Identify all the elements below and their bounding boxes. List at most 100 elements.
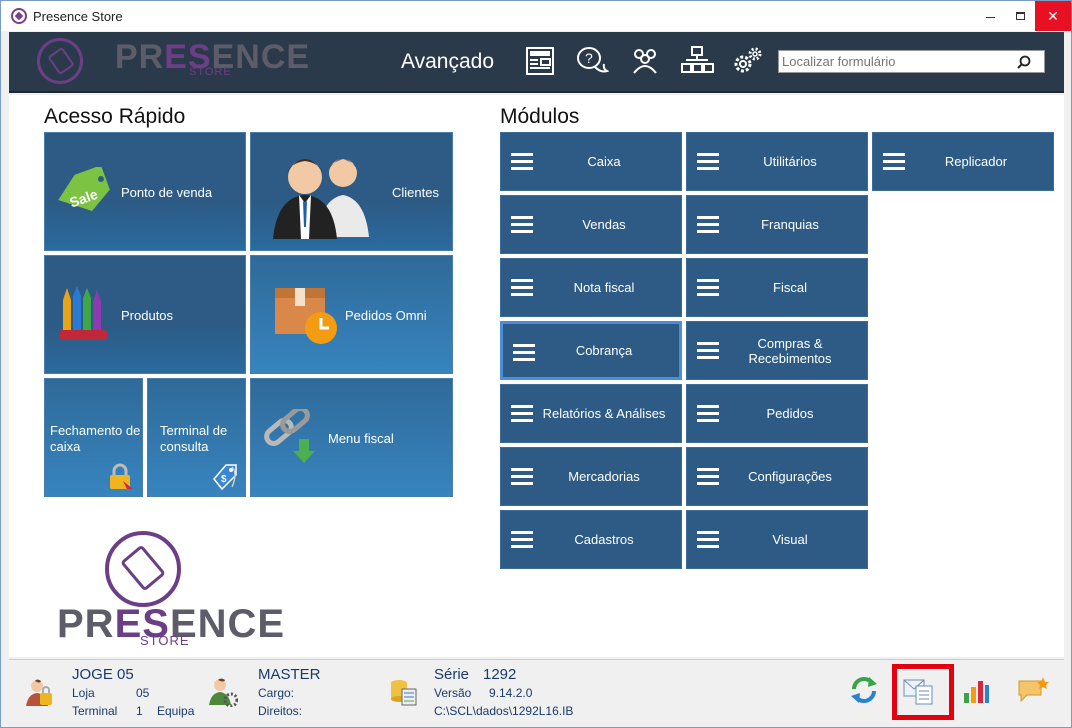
bar-chart-icon[interactable]: [960, 674, 992, 706]
menu-icon: [697, 279, 719, 296]
database-icon: [387, 676, 419, 708]
user-role: MASTER: [258, 666, 321, 683]
module-cadastros[interactable]: Cadastros: [500, 510, 682, 569]
users-group-icon[interactable]: [628, 44, 662, 78]
box-clock-icon: [275, 288, 337, 344]
database-path: C:\SCL\dados\1292L16.IB: [434, 704, 574, 718]
tile-terminal-de-consulta[interactable]: Terminal de consulta $: [147, 378, 246, 497]
brand-logo-icon: [37, 38, 83, 84]
search-icon[interactable]: [1014, 52, 1034, 72]
user-settings-icon: [207, 676, 239, 708]
serie-value: 1292: [483, 666, 517, 683]
module-label: Mercadorias: [568, 469, 640, 484]
tile-label: Menu fiscal: [328, 431, 394, 446]
menu-icon: [511, 405, 533, 422]
network-icon[interactable]: [680, 44, 714, 78]
customers-icon: [273, 159, 369, 239]
maximize-button[interactable]: [1005, 1, 1035, 31]
serie-label: Série: [434, 666, 470, 683]
module-visual[interactable]: Visual: [686, 510, 868, 569]
terminal-value: 1: [136, 704, 143, 718]
menu-icon: [883, 153, 905, 170]
svg-text:?: ?: [585, 50, 593, 66]
settings-gears-icon[interactable]: [731, 44, 765, 78]
news-icon[interactable]: [523, 44, 557, 78]
module-utilitarios[interactable]: Utilitários: [686, 132, 868, 191]
app-logo-icon: [11, 8, 27, 24]
tile-label: Fechamento de caixa: [50, 423, 141, 454]
module-label: Utilitários: [763, 154, 817, 169]
help-chat-icon[interactable]: ?: [575, 44, 609, 78]
user-name: JOGE 05: [72, 666, 134, 683]
message-list-icon[interactable]: [903, 675, 935, 707]
module-franquias[interactable]: Franquias: [686, 195, 868, 254]
menu-icon: [697, 405, 719, 422]
module-pedidos[interactable]: Pedidos: [686, 384, 868, 443]
maximize-icon: [1015, 12, 1025, 20]
user-icon: [23, 676, 55, 708]
module-replicador[interactable]: Replicador: [872, 132, 1054, 191]
modules-title: Módulos: [500, 105, 580, 128]
minimize-button[interactable]: [975, 1, 1005, 31]
module-label: Cobrança: [575, 343, 633, 358]
module-configuracoes[interactable]: Configurações: [686, 447, 868, 506]
sale-tag-icon: Sale: [58, 167, 110, 212]
module-fiscal[interactable]: Fiscal: [686, 258, 868, 317]
module-compras-e-recebimentos[interactable]: Compras & Recebimentos: [686, 321, 868, 380]
crayons-icon: [59, 286, 107, 340]
module-label: Pedidos: [766, 406, 814, 421]
menu-icon: [513, 344, 535, 361]
title-bar: Presence Store ✕: [1, 1, 1071, 31]
tile-clientes[interactable]: Clientes: [250, 132, 453, 251]
search-input[interactable]: [779, 51, 1014, 72]
minimize-icon: [985, 16, 995, 18]
app-window: Presence Store ✕ PRESENCE STORE Avançado…: [0, 0, 1072, 728]
tile-label: Pedidos Omni: [345, 308, 427, 323]
versao-label: Versão: [434, 686, 472, 700]
brand-logo-large-icon: [105, 531, 181, 607]
module-label: Cadastros: [574, 532, 634, 547]
tile-fechamento-de-caixa[interactable]: Fechamento de caixa: [44, 378, 143, 497]
brand-logo-large-subtext: STORE: [140, 633, 190, 648]
module-caixa[interactable]: Caixa: [500, 132, 682, 191]
tile-label: Ponto de venda: [121, 185, 213, 200]
versao-value: 9.14.2.0: [489, 686, 533, 700]
padlock-icon: [110, 463, 133, 489]
module-label: Vendas: [582, 217, 626, 232]
search-box: [778, 50, 1045, 73]
tile-pedidos-omni[interactable]: Pedidos Omni: [250, 255, 453, 374]
menu-icon: [511, 468, 533, 485]
window-title: Presence Store: [33, 8, 123, 24]
tile-menu-fiscal[interactable]: Menu fiscal: [250, 378, 453, 497]
module-label: Replicador: [944, 154, 1008, 169]
menu-icon: [697, 531, 719, 548]
tile-label: Clientes: [392, 185, 439, 200]
new-message-icon[interactable]: [1017, 674, 1049, 706]
module-vendas[interactable]: Vendas: [500, 195, 682, 254]
module-label: Configurações: [748, 469, 832, 484]
quick-access-title: Acesso Rápido: [44, 105, 186, 128]
module-mercadorias[interactable]: Mercadorias: [500, 447, 682, 506]
menu-icon: [511, 531, 533, 548]
module-relatorios-e-analises[interactable]: Relatórios & Análises: [500, 384, 682, 443]
status-bar: JOGE 05 Loja 05 Terminal 1 Equipa MASTER…: [9, 659, 1064, 721]
chain-link-icon: [264, 409, 315, 463]
module-cobranca[interactable]: Cobrança: [500, 321, 682, 380]
close-button[interactable]: ✕: [1035, 1, 1071, 31]
terminal-label: Terminal: [72, 704, 118, 718]
module-label: Nota fiscal: [573, 280, 635, 295]
menu-icon: [697, 216, 719, 233]
module-label: Fiscal: [773, 280, 807, 295]
page-title: Avançado: [401, 50, 495, 73]
module-nota-fiscal[interactable]: Nota fiscal: [500, 258, 682, 317]
close-icon: ✕: [1047, 7, 1059, 24]
tile-ponto-de-venda[interactable]: Sale Ponto de venda: [44, 132, 246, 251]
module-label: Visual: [772, 532, 808, 547]
module-label: Relatórios & Análises: [542, 406, 666, 421]
tile-label: Produtos: [121, 308, 174, 323]
menu-icon: [697, 153, 719, 170]
refresh-icon[interactable]: [848, 674, 880, 706]
module-label: Caixa: [587, 154, 621, 169]
direitos-label: Direitos:: [258, 704, 303, 718]
tile-produtos[interactable]: Produtos: [44, 255, 246, 374]
